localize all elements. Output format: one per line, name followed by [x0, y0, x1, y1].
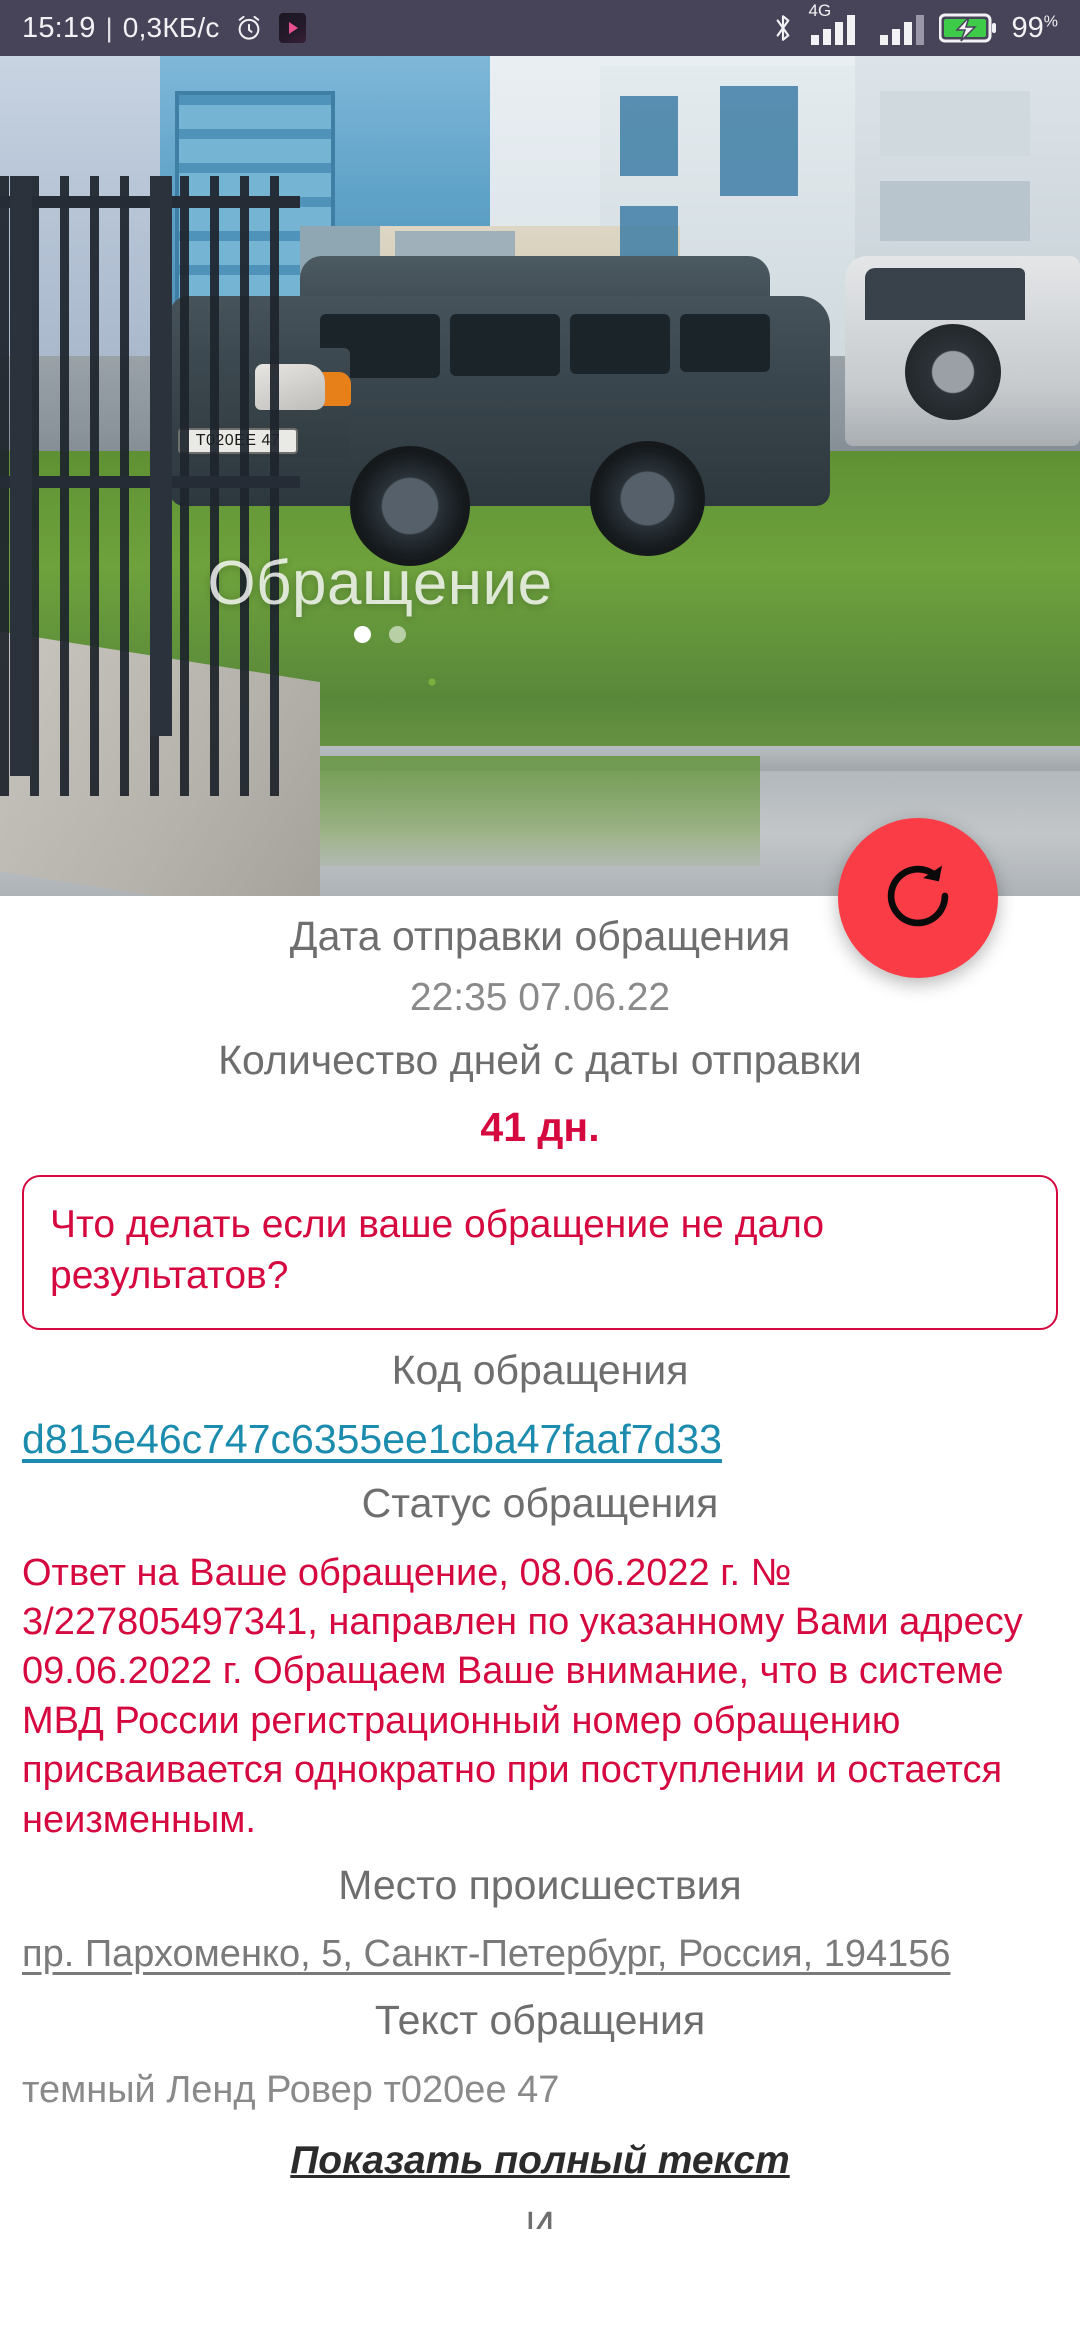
status-separator: |	[105, 12, 113, 43]
appeal-photo-carousel[interactable]: Т020ЕЕ 47 Обращение	[0, 56, 1080, 896]
vehicle-window	[570, 314, 670, 374]
photo-fence-post	[10, 176, 32, 776]
place-label: Место происшествия	[338, 1861, 742, 1908]
code-label: Код обращения	[391, 1346, 689, 1393]
date-value: 22:35 07.06.22	[409, 975, 671, 1019]
next-section-label: И	[525, 2203, 555, 2230]
status-network-speed: 0,3КБ/с	[122, 12, 220, 43]
carousel-dot-2[interactable]	[389, 626, 406, 643]
photo-second-car-glass	[865, 268, 1025, 320]
photo-window	[720, 86, 798, 196]
photo-window	[880, 181, 1030, 241]
text-label: Текст обращения	[374, 1997, 706, 2044]
status-bar: 15:19 | 0,3КБ/с 4G 99%	[0, 0, 1080, 56]
vehicle-wheel	[590, 441, 705, 556]
photo-window	[880, 91, 1030, 156]
vehicle-window	[450, 314, 560, 376]
bluetooth-icon	[770, 12, 796, 44]
battery-percent: 99%	[1011, 11, 1059, 44]
days-value: 41 дн.	[480, 1103, 600, 1150]
status-bar-left: 15:19 | 0,3КБ/с	[22, 12, 306, 45]
alarm-clock-icon	[234, 13, 264, 43]
photo-window	[620, 96, 678, 176]
status-value: Ответ на Ваше обращение, 08.06.2022 г. №…	[22, 1551, 1023, 1841]
days-label: Количество дней с даты отправки	[218, 1036, 862, 1083]
refresh-fab-button[interactable]	[838, 818, 998, 978]
appeal-details: Дата отправки обращения 22:35 07.06.22 К…	[0, 913, 1080, 2230]
vehicle-wheel	[350, 446, 470, 566]
photo-second-car-spare-wheel	[905, 324, 1001, 420]
appeal-text-value: темный Ленд Ровер т020ее 47	[22, 2069, 560, 2112]
status-label: Статус обращения	[361, 1479, 719, 1526]
carousel-dot-1[interactable]	[354, 626, 371, 643]
show-full-text-button[interactable]: Показать полный текст	[22, 2139, 1058, 2183]
vehicle-window	[680, 314, 770, 372]
place-link[interactable]: пр. Пархоменко, 5, Санкт-Петербург, Росс…	[22, 1929, 1058, 1980]
appeal-code-link[interactable]: d815e46c747c6355ee1cba47faaf7d33	[22, 1416, 1058, 1463]
help-question-button[interactable]: Что делать если ваше обращение не дало р…	[22, 1174, 1058, 1330]
signal-bars-secondary-icon	[879, 11, 926, 45]
signal-bars-icon: 4G	[809, 1, 867, 45]
media-app-icon	[278, 13, 306, 43]
refresh-icon	[880, 858, 956, 939]
battery-charging-icon	[938, 12, 997, 44]
photo-fence-post	[150, 176, 172, 736]
status-bar-right: 4G 99%	[770, 1, 1059, 45]
carousel-pager[interactable]	[0, 626, 760, 643]
status-time: 15:19	[22, 11, 96, 44]
